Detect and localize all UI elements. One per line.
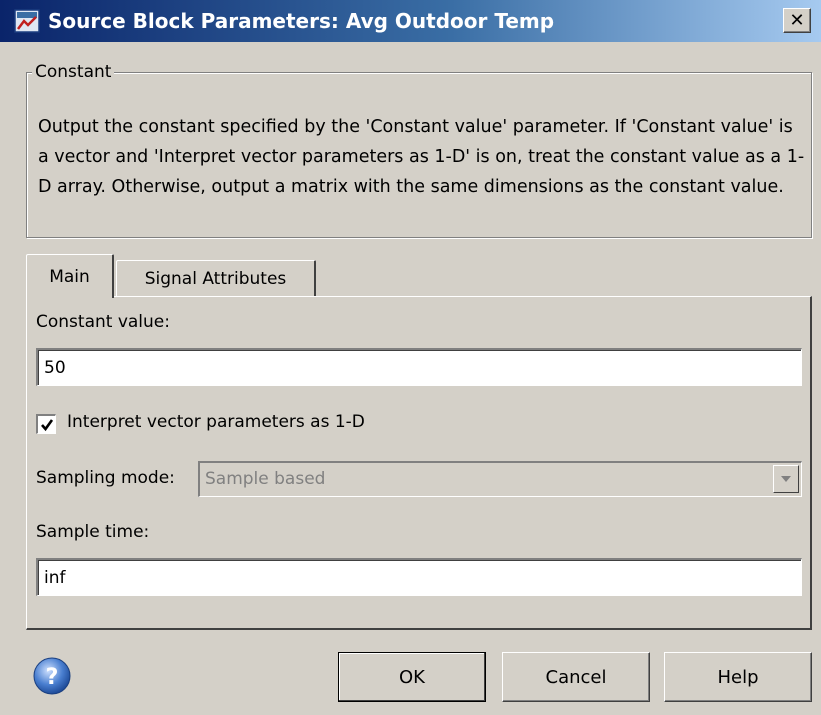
sample-time-label: Sample time: — [36, 522, 150, 542]
simulink-block-icon — [14, 9, 40, 33]
tab-signal-attributes[interactable]: Signal Attributes — [116, 260, 316, 296]
ok-button[interactable]: OK — [338, 652, 486, 702]
cancel-button[interactable]: Cancel — [502, 652, 650, 702]
block-description: Output the constant specified by the 'Co… — [38, 117, 805, 197]
close-icon: ✕ — [789, 9, 805, 31]
constant-value-input[interactable]: 50 — [36, 348, 802, 386]
checkmark-icon — [40, 418, 53, 431]
sampling-mode-value: Sample based — [205, 469, 326, 489]
constant-value-label: Constant value: — [36, 312, 170, 332]
sample-time-input[interactable]: inf — [36, 558, 802, 596]
sampling-mode-label: Sampling mode: — [36, 468, 175, 488]
tab-main[interactable]: Main — [26, 254, 114, 298]
tab-main-label: Main — [49, 266, 90, 287]
help-button[interactable]: Help — [664, 652, 812, 702]
interpret-vector-label[interactable]: Interpret vector parameters as 1-D — [67, 412, 365, 432]
group-legend: Constant — [32, 62, 115, 82]
question-mark-icon[interactable]: ? — [32, 656, 72, 696]
tab-signal-attributes-label: Signal Attributes — [144, 268, 287, 289]
window-title: Source Block Parameters: Avg Outdoor Tem… — [48, 9, 555, 33]
interpret-vector-checkbox[interactable] — [36, 414, 56, 434]
title-bar[interactable]: Source Block Parameters: Avg Outdoor Tem… — [0, 0, 821, 42]
chevron-down-icon — [781, 476, 791, 482]
sampling-mode-select: Sample based — [198, 461, 802, 497]
dropdown-arrow — [773, 465, 799, 493]
svg-text:?: ? — [46, 665, 59, 690]
close-button[interactable]: ✕ — [783, 8, 811, 33]
